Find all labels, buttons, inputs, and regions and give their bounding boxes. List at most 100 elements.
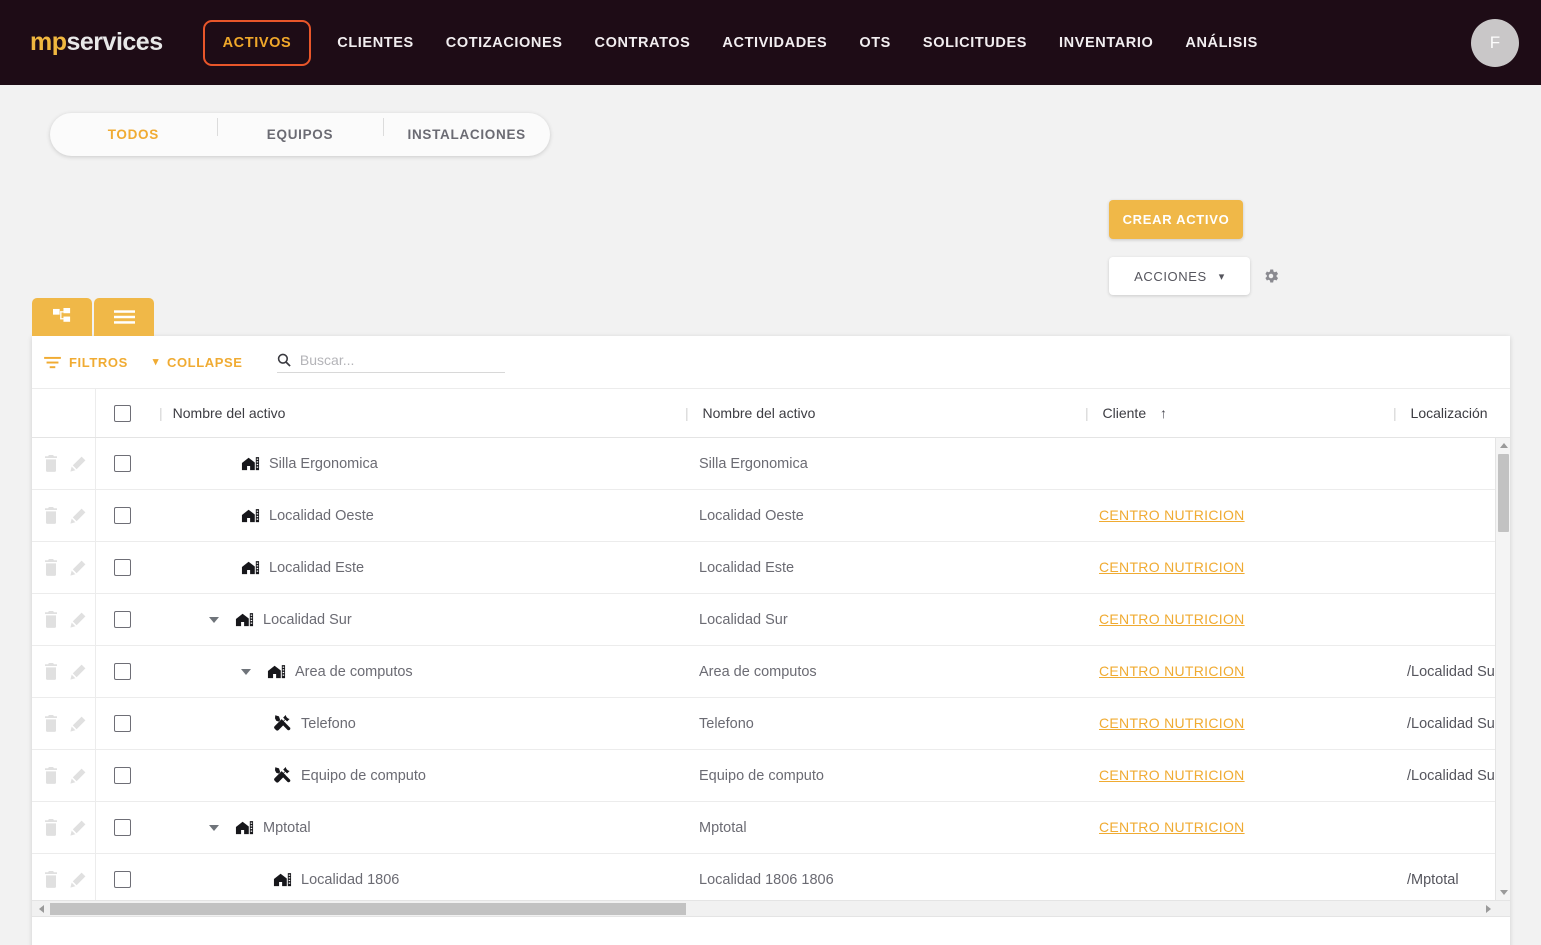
collapse-label: COLLAPSE — [166, 354, 243, 370]
trash-icon[interactable] — [44, 611, 58, 628]
cliente-link[interactable]: CENTRO NUTRICION — [1099, 663, 1245, 679]
horizontal-scrollbar[interactable] — [32, 900, 1510, 917]
row-checkbox[interactable] — [114, 663, 131, 680]
search-box — [276, 351, 505, 373]
table-row[interactable]: Localidad Oeste Localidad Oeste CENTRO N… — [32, 490, 1510, 542]
nav-item-solicitudes[interactable]: SOLICITUDES — [907, 24, 1043, 62]
tab-todos[interactable]: TODOS — [50, 127, 217, 142]
row-checkbox[interactable] — [114, 455, 131, 472]
user-avatar[interactable]: F — [1471, 18, 1519, 67]
row-checkbox[interactable] — [114, 871, 131, 888]
row-checkbox[interactable] — [114, 507, 131, 524]
table-row[interactable]: Silla Ergonomica Silla Ergonomica — [32, 438, 1510, 490]
nav-item-activos[interactable]: ACTIVOS — [202, 19, 312, 66]
pencil-icon[interactable] — [70, 768, 86, 784]
pencil-icon[interactable] — [70, 508, 86, 524]
brand-logo[interactable]: mpservices — [30, 28, 163, 57]
cliente-link[interactable]: CENTRO NUTRICION — [1099, 767, 1245, 783]
row-name2-cell: Telefono — [699, 715, 754, 732]
pencil-icon[interactable] — [70, 716, 86, 732]
pencil-icon[interactable] — [70, 872, 86, 888]
header-col-cliente[interactable]: | Cliente ↑ — [1085, 405, 1393, 421]
header-col-nombre-activo-1[interactable]: | Nombre del activo — [157, 405, 685, 421]
gear-icon[interactable] — [1262, 267, 1280, 285]
horizontal-scrollbar-thumb[interactable] — [50, 903, 686, 915]
nav-item-cotizaciones[interactable]: COTIZACIONES — [430, 24, 579, 62]
cliente-link[interactable]: CENTRO NUTRICION — [1099, 819, 1245, 835]
vertical-scrollbar[interactable] — [1495, 438, 1510, 900]
nav-item-actividades[interactable]: ACTIVIDADES — [706, 24, 843, 62]
nav-item-ots[interactable]: OTS — [843, 24, 907, 62]
triangle-down-icon — [1499, 890, 1508, 895]
cliente-link[interactable]: CENTRO NUTRICION — [1099, 715, 1245, 731]
column-divider: | — [1085, 405, 1089, 421]
trash-icon[interactable] — [44, 455, 58, 472]
row-checkbox[interactable] — [114, 819, 131, 836]
table-row[interactable]: Equipo de computo Equipo de computo CENT… — [32, 750, 1510, 802]
expand-collapse-caret[interactable] — [241, 668, 251, 675]
pencil-icon[interactable] — [70, 612, 86, 628]
facility-icon — [273, 873, 292, 887]
trash-icon[interactable] — [44, 767, 58, 784]
select-all-checkbox[interactable] — [114, 404, 131, 422]
pencil-icon[interactable] — [70, 664, 86, 680]
table-row[interactable]: Localidad 1806 Localidad 1806 1806 /Mpto… — [32, 854, 1510, 900]
header-col-nombre-activo-2[interactable]: | Nombre del activo — [685, 405, 1085, 421]
list-view-icon-button[interactable] — [94, 298, 154, 336]
facility-icon — [235, 613, 254, 627]
pencil-icon[interactable] — [70, 560, 86, 576]
row-checkbox[interactable] — [114, 559, 131, 576]
table-row[interactable]: Area de computos Area de computos CENTRO… — [32, 646, 1510, 698]
trash-icon[interactable] — [44, 715, 58, 732]
tree-view-icon-button[interactable] — [32, 298, 92, 336]
pencil-icon[interactable] — [70, 820, 86, 836]
sort-ascending-icon[interactable]: ↑ — [1160, 405, 1167, 421]
row-checkbox[interactable] — [114, 767, 131, 784]
row-name-cell: Localidad Sur — [157, 610, 685, 629]
acciones-dropdown[interactable]: ACCIONES ▾ — [1109, 257, 1250, 295]
expand-collapse-caret[interactable] — [209, 616, 219, 623]
nav-item-contratos[interactable]: CONTRATOS — [579, 24, 707, 62]
trash-icon[interactable] — [44, 663, 58, 680]
trash-icon[interactable] — [44, 871, 58, 888]
row-checkbox[interactable] — [114, 715, 131, 732]
row-cliente-cell: CENTRO NUTRICION — [1085, 819, 1393, 836]
create-asset-button[interactable]: CREAR ACTIVO — [1109, 200, 1243, 239]
search-input[interactable] — [299, 351, 505, 368]
tab-equipos[interactable]: EQUIPOS — [216, 118, 384, 142]
vertical-scrollbar-thumb[interactable] — [1498, 454, 1509, 532]
filters-button[interactable]: FILTROS — [44, 355, 128, 370]
collapse-button[interactable]: ▾ COLLAPSE — [153, 355, 243, 370]
cliente-link[interactable]: CENTRO NUTRICION — [1099, 507, 1245, 523]
trash-icon[interactable] — [44, 559, 58, 576]
nav-item-inventario[interactable]: INVENTARIO — [1043, 24, 1169, 62]
filter-icon — [44, 356, 61, 368]
table-row[interactable]: Localidad Este Localidad Este CENTRO NUT… — [32, 542, 1510, 594]
scroll-left-arrow[interactable] — [34, 901, 49, 917]
row-localizacion-cell: /Localidad Sur — [1393, 664, 1510, 680]
triangle-up-icon — [1499, 443, 1508, 448]
expand-collapse-caret[interactable] — [209, 824, 219, 831]
cliente-link[interactable]: CENTRO NUTRICION — [1099, 559, 1245, 575]
row-name2-cell: Equipo de computo — [699, 767, 824, 784]
cliente-link[interactable]: CENTRO NUTRICION — [1099, 611, 1245, 627]
table-row[interactable]: Telefono Telefono CENTRO NUTRICION /Loca… — [32, 698, 1510, 750]
trash-icon[interactable] — [44, 819, 58, 836]
nav-item-analisis[interactable]: ANÁLISIS — [1169, 24, 1273, 62]
tree-view-icon — [52, 307, 70, 322]
equipment-icon — [274, 715, 291, 731]
table-row[interactable]: Localidad Sur Localidad Sur CENTRO NUTRI… — [32, 594, 1510, 646]
header-col-localizacion[interactable]: | Localización — [1393, 405, 1541, 421]
nav-item-clientes[interactable]: CLIENTES — [321, 24, 430, 62]
scroll-up-arrow[interactable] — [1496, 438, 1510, 453]
scroll-down-arrow[interactable] — [1496, 885, 1510, 900]
trash-icon[interactable] — [44, 507, 58, 524]
scroll-right-arrow[interactable] — [1481, 901, 1496, 917]
table-row[interactable]: Mptotal Mptotal CENTRO NUTRICION — [32, 802, 1510, 854]
row-localizacion-cell: /Mptotal — [1393, 872, 1510, 888]
row-checkbox[interactable] — [114, 611, 131, 628]
tab-instalaciones[interactable]: INSTALACIONES — [383, 118, 550, 142]
row-actions-cell — [32, 611, 95, 628]
pencil-icon[interactable] — [70, 456, 86, 472]
header-select-all-cell — [95, 389, 157, 437]
